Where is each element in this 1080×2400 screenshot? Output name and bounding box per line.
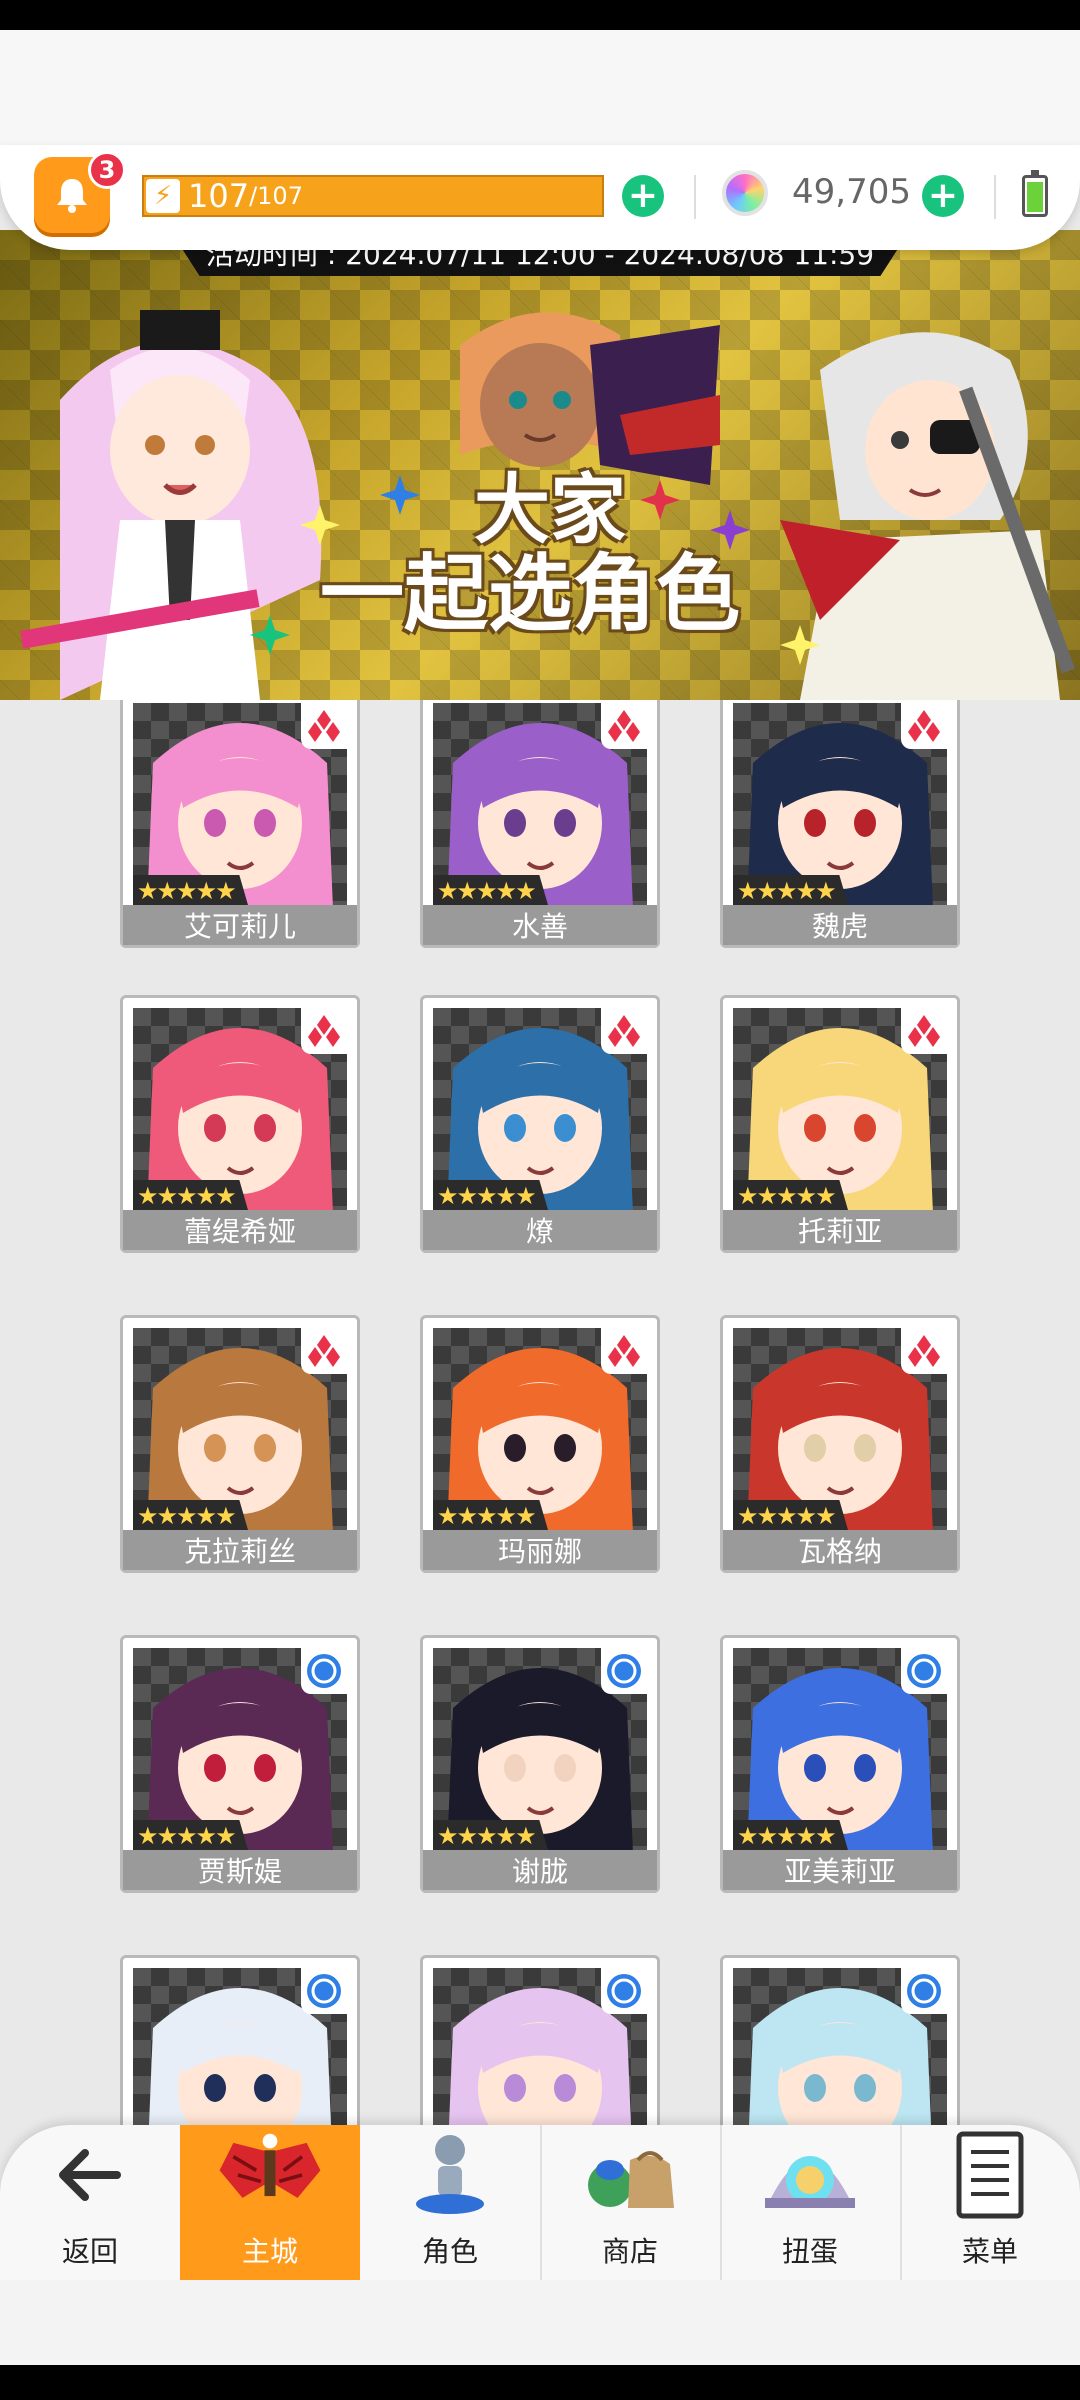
divider [694, 175, 696, 219]
bottom-nav: 返回 主城 角色 商店 扭蛋 菜单 [0, 2125, 1080, 2280]
character-grid: ★★★★★ 艾可莉儿 ★★★★★ 水善 ★★★★★ 魏虎 ★★★★★ 蕾缇希娅 ★★★★★ 燎 ★★… [0, 700, 1080, 2130]
circle-rank-icon [601, 1968, 647, 2014]
nav-gacha-label: 扭蛋 [781, 2235, 838, 2268]
star-rating: ★★★★★ [133, 1180, 249, 1212]
character-card[interactable] [720, 1955, 960, 2130]
nav-menu[interactable]: 菜单 [900, 2125, 1080, 2280]
nav-characters[interactable]: 角色 [360, 2125, 540, 2280]
nav-home-label: 主城 [241, 2235, 298, 2268]
banner-title-line1: 大家 [474, 465, 626, 554]
circle-rank-icon [901, 1968, 947, 2014]
diamond-suit-icon [601, 1328, 647, 1374]
character-name: 克拉莉丝 [123, 1530, 357, 1570]
nav-shop-label: 商店 [601, 2235, 658, 2268]
character-name: 亚美莉亚 [723, 1850, 957, 1890]
status-bar [0, 0, 1080, 30]
divider [994, 175, 996, 219]
event-banner[interactable]: 活动时间 : 2024.07/11 12:00 - 2024.08/08 11:… [0, 230, 1080, 700]
top-spacer [0, 30, 1080, 145]
character-name: 水善 [423, 905, 657, 945]
diamond-suit-icon [901, 1008, 947, 1054]
character-figure-icon [416, 2134, 484, 2214]
diamond-suit-icon [301, 1328, 347, 1374]
circle-rank-icon [301, 1968, 347, 2014]
bottom-spacer [0, 2280, 1080, 2365]
star-rating: ★★★★★ [133, 1820, 249, 1852]
add-gems-button[interactable]: + [922, 175, 964, 217]
character-name: 燎 [423, 1210, 657, 1250]
character-card[interactable]: ★★★★★ 贾斯媞 [120, 1635, 360, 1893]
nav-back[interactable]: 返回 [0, 2125, 180, 2280]
gacha-capsule-icon [765, 2155, 855, 2208]
circle-rank-icon [301, 1648, 347, 1694]
energy-bar: ⚡ 107 /107 [142, 175, 604, 217]
star-rating: ★★★★★ [733, 875, 849, 907]
character-card[interactable]: ★★★★★ 玛丽娜 [420, 1315, 660, 1573]
character-card[interactable]: ★★★★★ 托莉亚 [720, 995, 960, 1253]
banner-title-line2: 一起选角色 [319, 544, 740, 643]
star-rating: ★★★★★ [433, 1180, 549, 1212]
star-rating: ★★★★★ [733, 1500, 849, 1532]
diamond-suit-icon [601, 1008, 647, 1054]
character-card[interactable]: ★★★★★ 亚美莉亚 [720, 1635, 960, 1893]
diamond-suit-icon [301, 1008, 347, 1054]
notification-badge: 3 [88, 151, 126, 189]
character-name: 玛丽娜 [423, 1530, 657, 1570]
star-rating: ★★★★★ [133, 875, 249, 907]
system-nav-bar [0, 2365, 1080, 2400]
star-rating: ★★★★★ [733, 1820, 849, 1852]
star-rating: ★★★★★ [133, 1500, 249, 1532]
character-name: 艾可莉儿 [123, 905, 357, 945]
nav-home[interactable]: 主城 [180, 2125, 360, 2280]
character-card[interactable] [120, 1955, 360, 2130]
lightning-icon: ⚡ [146, 179, 180, 213]
character-card[interactable]: ★★★★★ 瓦格纳 [720, 1315, 960, 1573]
nav-characters-label: 角色 [421, 2235, 478, 2268]
character-name: 蕾缇希娅 [123, 1210, 357, 1250]
character-name: 瓦格纳 [723, 1530, 957, 1570]
star-rating: ★★★★★ [433, 875, 549, 907]
back-arrow-icon [59, 2148, 121, 2201]
star-rating: ★★★★★ [433, 1820, 549, 1852]
star-rating: ★★★★★ [733, 1180, 849, 1212]
star-rating: ★★★★★ [433, 1500, 549, 1532]
diamond-suit-icon [601, 703, 647, 749]
character-card[interactable]: ★★★★★ 谢胧 [420, 1635, 660, 1893]
character-card[interactable]: ★★★★★ 艾可莉儿 [120, 700, 360, 948]
diamond-suit-icon [901, 1328, 947, 1374]
battery-icon [1022, 170, 1048, 217]
character-card[interactable]: ★★★★★ 蕾缇希娅 [120, 995, 360, 1253]
character-name: 贾斯媞 [123, 1850, 357, 1890]
bell-icon [57, 179, 87, 213]
shop-bag-icon [588, 2150, 674, 2208]
castle-wings-icon [219, 2133, 321, 2198]
character-name: 魏虎 [723, 905, 957, 945]
nav-shop[interactable]: 商店 [540, 2125, 720, 2280]
circle-rank-icon [901, 1648, 947, 1694]
resource-bar: 3 ⚡ 107 /107 + + [0, 145, 1080, 250]
banner-title: 大家 一起选角色 [300, 470, 800, 638]
character-card[interactable] [420, 1955, 660, 2130]
nav-gacha[interactable]: 扭蛋 [720, 2125, 900, 2280]
character-card[interactable]: ★★★★★ 克拉莉丝 [120, 1315, 360, 1573]
circle-rank-icon [601, 1648, 647, 1694]
add-energy-button[interactable]: + [622, 175, 664, 217]
diamond-suit-icon [301, 703, 347, 749]
character-name: 托莉亚 [723, 1210, 957, 1250]
nav-back-label: 返回 [61, 2235, 118, 2268]
energy-current: 107 [188, 177, 250, 215]
gem-icon [722, 170, 768, 216]
menu-list-icon [956, 2131, 1024, 2218]
nav-menu-label: 菜单 [961, 2235, 1018, 2268]
character-card[interactable]: ★★★★★ 水善 [420, 700, 660, 948]
energy-max: /107 [249, 182, 303, 210]
diamond-suit-icon [901, 703, 947, 749]
gem-count: 49,705 [792, 172, 911, 212]
character-card[interactable]: ★★★★★ 燎 [420, 995, 660, 1253]
character-name: 谢胧 [423, 1850, 657, 1890]
character-card[interactable]: ★★★★★ 魏虎 [720, 700, 960, 948]
